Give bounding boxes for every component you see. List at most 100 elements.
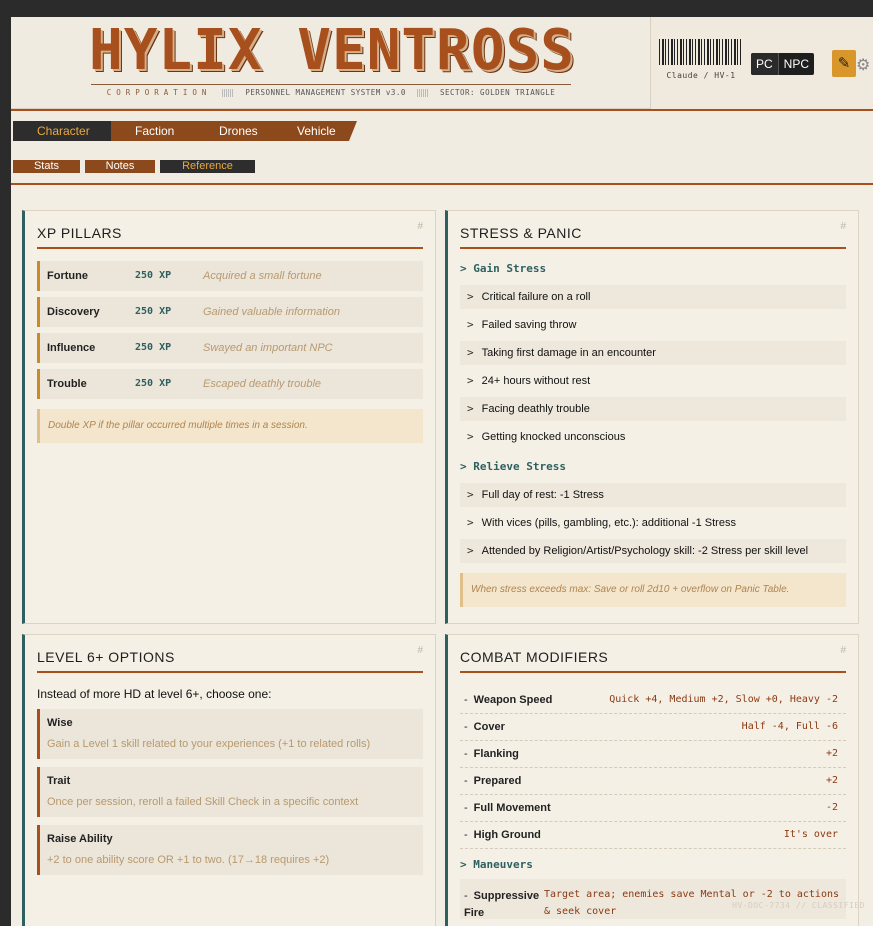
modifier-name: - Prepared <box>464 775 522 787</box>
logo-divider <box>91 84 571 85</box>
list-item: > Full day of rest: -1 Stress <box>460 483 846 507</box>
option-description: +2 to one ability score OR +1 to two. (1… <box>47 854 330 866</box>
option-trait: Trait Once per session, reroll a failed … <box>37 767 423 817</box>
xp-name: Influence <box>47 342 96 354</box>
title-divider <box>460 247 846 249</box>
modifier-name: - Flanking <box>464 748 519 760</box>
modifier-name: - Cover <box>464 721 505 733</box>
card-title: LEVEL 6+ OPTIONS <box>37 649 175 665</box>
title-divider <box>37 247 423 249</box>
card-title: XP PILLARS <box>37 225 122 241</box>
list-item: > Taking first damage in an encounter <box>460 341 846 365</box>
xp-description: Gained valuable information <box>203 306 340 318</box>
app-page: HYLIX VENTROSS CORPORATION PERSONNEL MAN… <box>11 17 873 926</box>
stress-note: When stress exceeds max: Save or roll 2d… <box>460 573 846 607</box>
xp-description: Swayed an important NPC <box>203 342 333 354</box>
subtab-reference[interactable]: Reference <box>160 160 255 173</box>
stress-panic-card: # STRESS & PANIC > Gain Stress > Critical… <box>445 210 859 624</box>
navigation: Character Faction Drones Vehicle Stats N… <box>11 109 873 185</box>
tab-drones[interactable]: Drones <box>195 121 283 141</box>
level-intro: Instead of more HD at level 6+, choose o… <box>37 687 272 701</box>
option-description: Once per session, reroll a failed Skill … <box>47 796 359 808</box>
list-item: > Critical failure on a roll <box>460 285 846 309</box>
combat-modifiers-card: # COMBAT MODIFIERS - Weapon Speed Quick +… <box>445 634 859 926</box>
list-item: > Attended by Religion/Artist/Psychology … <box>460 539 846 563</box>
pc-npc-toggle: PC NPC <box>751 53 815 75</box>
option-raise-ability: Raise Ability +2 to one ability score OR… <box>37 825 423 875</box>
xp-name: Discovery <box>47 306 100 318</box>
xp-row-fortune: Fortune 250 XP Acquired a small fortune <box>37 261 423 291</box>
list-item: > Facing deathly trouble <box>460 397 846 421</box>
modifier-row: - Prepared +2 <box>460 768 846 795</box>
edit-button[interactable]: ✎ <box>832 50 856 77</box>
gear-icon[interactable]: ⚙ <box>856 55 870 75</box>
xp-row-influence: Influence 250 XP Swayed an important NPC <box>37 333 423 363</box>
modifier-value: Half -4, Full -6 <box>741 721 838 732</box>
tab-character[interactable]: Character <box>13 121 121 141</box>
modifier-name: - Full Movement <box>464 802 551 814</box>
modifier-value: -2 <box>825 802 838 813</box>
list-item: >24+ hours without rest <box>460 369 846 393</box>
maneuver-name: - Suppressive Fire <box>464 890 540 919</box>
xp-value: 250 XP <box>135 306 172 317</box>
list-item: > Getting knocked unconscious <box>460 425 846 449</box>
separator-block-icon <box>416 89 429 97</box>
xp-name: Trouble <box>47 378 87 390</box>
separator-block-icon <box>222 89 235 97</box>
option-name: Trait <box>47 775 71 787</box>
barcode-icon <box>659 39 741 65</box>
xp-row-trouble: Trouble 250 XP Escaped deathly trouble <box>37 369 423 399</box>
modifier-row: - Full Movement -2 <box>460 795 846 822</box>
card-title: STRESS & PANIC <box>460 225 582 241</box>
gain-stress-heading: > Gain Stress <box>460 262 547 275</box>
title-divider <box>37 671 423 673</box>
list-item: > Failed saving throw <box>460 313 846 337</box>
modifier-name: - Weapon Speed <box>464 694 553 706</box>
modifier-row: - Weapon Speed Quick +4, Medium +2, Slow … <box>460 687 846 714</box>
modifier-name: - High Ground <box>464 829 541 841</box>
sector-label: SECTOR: GOLDEN TRIANGLE <box>439 88 556 97</box>
mode-pc-button[interactable]: PC <box>751 53 779 75</box>
modifier-row: - Flanking +2 <box>460 741 846 768</box>
document-code: HV-DOC-7734 // CLASSIFIED <box>732 901 865 910</box>
modifier-value: Quick +4, Medium +2, Slow +0, Heavy -2 <box>609 694 838 705</box>
list-item: > With vices (pills, gambling, etc.): add… <box>460 511 846 535</box>
card-title: COMBAT MODIFIERS <box>460 649 609 665</box>
level-options-card: # LEVEL 6+ OPTIONS Instead of more HD at… <box>22 634 436 926</box>
modifier-value: It's over <box>783 829 838 840</box>
modifier-value: +2 <box>825 748 838 759</box>
system-label: PERSONNEL MANAGEMENT SYSTEM v3.0 <box>245 88 406 97</box>
tab-vehicle[interactable]: Vehicle <box>273 121 357 141</box>
modifier-value: +2 <box>825 775 838 786</box>
anchor-link[interactable]: # <box>840 221 846 232</box>
option-wise: Wise Gain a Level 1 skill related to you… <box>37 709 423 759</box>
sub-tabs: Stats Notes Reference <box>13 160 255 173</box>
xp-note: Double XP if the pillar occurred multipl… <box>37 409 423 443</box>
relieve-stress-heading: > Relieve Stress <box>460 460 566 473</box>
mode-npc-button[interactable]: NPC <box>779 53 814 75</box>
anchor-link[interactable]: # <box>417 645 423 656</box>
option-description: Gain a Level 1 skill related to your exp… <box>47 738 371 750</box>
modifier-row: - High Ground It's over <box>460 822 846 849</box>
xp-value: 250 XP <box>135 342 172 353</box>
logo-panel: HYLIX VENTROSS CORPORATION PERSONNEL MAN… <box>11 17 651 109</box>
option-name: Wise <box>47 717 73 729</box>
barcode-label: Claude / HV-1 <box>666 71 736 80</box>
header: HYLIX VENTROSS CORPORATION PERSONNEL MAN… <box>11 17 873 109</box>
logo-title: HYLIX VENTROSS <box>89 18 576 83</box>
maneuvers-heading: > Maneuvers <box>460 858 533 871</box>
subtab-stats[interactable]: Stats <box>13 160 80 173</box>
anchor-link[interactable]: # <box>840 645 846 656</box>
xp-value: 250 XP <box>135 270 172 281</box>
tab-faction[interactable]: Faction <box>111 121 205 141</box>
option-name: Raise Ability <box>47 833 113 845</box>
title-divider <box>460 671 846 673</box>
corporation-label: CORPORATION <box>106 88 212 97</box>
subtab-notes[interactable]: Notes <box>85 160 155 173</box>
barcode-block: Claude / HV-1 <box>659 39 743 80</box>
anchor-link[interactable]: # <box>417 221 423 232</box>
logo-subtitle: CORPORATION PERSONNEL MANAGEMENT SYSTEM … <box>91 88 571 97</box>
pencil-icon: ✎ <box>837 55 851 72</box>
xp-description: Escaped deathly trouble <box>203 378 322 390</box>
xp-value: 250 XP <box>135 378 172 389</box>
